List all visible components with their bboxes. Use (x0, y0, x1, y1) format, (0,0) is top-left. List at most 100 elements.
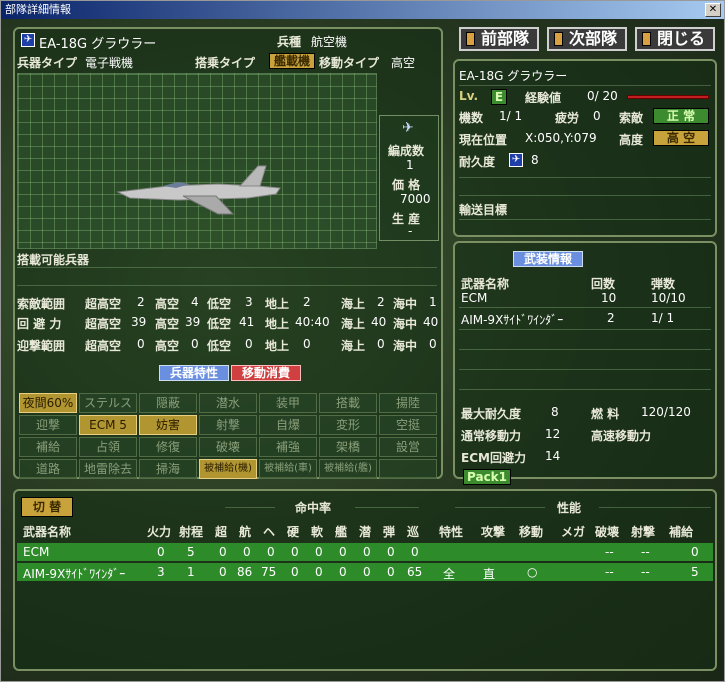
range-val: 2 (377, 295, 385, 309)
cell: 全 (443, 567, 456, 581)
type-value: 航空機 (311, 35, 348, 49)
bar-icon (642, 32, 651, 46)
altitude-value: 高 空 (653, 130, 709, 146)
skill-cell: 地雷除去 (79, 459, 137, 479)
range-key: 低空 (207, 297, 232, 311)
fuel-value: 120/120 (641, 405, 691, 419)
cell: 1 (187, 565, 195, 579)
switch-button[interactable]: 切 替 (21, 497, 73, 517)
col-header: 攻撃 (481, 525, 506, 539)
skill-cell: 修復 (139, 437, 197, 457)
skill-cell: 迎撃 (19, 415, 77, 435)
range-label: 索敵範囲 (17, 297, 66, 311)
arms-header-name: 武器名称 (461, 277, 510, 291)
carry-type-label: 搭乗タイプ (195, 56, 256, 70)
range-val: 0 (303, 337, 311, 351)
col-header: 補給 (669, 525, 694, 539)
cell: 0 (387, 565, 395, 579)
cell: 0 (315, 565, 323, 579)
cell: 0 (387, 545, 395, 559)
next-unit-label: 次部隊 (569, 29, 618, 48)
divider (455, 507, 545, 508)
tab-arms-info[interactable]: 武装情報 (513, 251, 583, 267)
range-key: 海中 (393, 297, 418, 311)
range-key: 超高空 (85, 339, 122, 353)
cell: 86 (237, 565, 253, 579)
range-key: 超高空 (85, 297, 122, 311)
tab-move-cost[interactable]: 移動消費 (231, 365, 301, 381)
range-key: 高空 (155, 317, 180, 331)
skill-cell: 空挺 (379, 415, 437, 435)
range-val: 2 (303, 295, 311, 309)
col-header: 移動 (519, 525, 544, 539)
unit-info-panel: ✈ EA-18G グラウラー 兵種 航空機 兵器タイプ 電子戦機 搭乗タイプ 艦… (13, 27, 443, 479)
client-area: ✈ EA-18G グラウラー 兵種 航空機 兵器タイプ 電子戦機 搭乗タイプ 艦… (1, 19, 724, 681)
col-header: 射撃 (631, 525, 656, 539)
price-label: 価 格 (392, 178, 421, 192)
production-info-box: ✈ 編成数 1 価 格 7000 生 産 - (379, 115, 439, 241)
fatigue-label: 疲労 (555, 111, 580, 125)
range-val: 0 (245, 337, 253, 351)
type-label: 兵種 (277, 35, 302, 49)
col-header: 巡 (407, 525, 420, 539)
divider (459, 369, 711, 370)
range-val: 3 (245, 295, 253, 309)
divider (17, 285, 437, 286)
formation-value: 1 (406, 158, 414, 172)
col-header: 軟 (311, 525, 324, 539)
divider (459, 219, 711, 220)
col-header: ヘ (263, 525, 276, 539)
skill-cell: 道路 (19, 459, 77, 479)
skill-cell: 架橋 (319, 437, 377, 457)
cell: 0 (363, 565, 371, 579)
col-header: メガ (561, 525, 586, 539)
col-header: 硬 (287, 525, 300, 539)
ecm-evasion-value: 14 (545, 449, 561, 463)
durability-label: 耐久度 (459, 155, 496, 169)
jet-image (116, 165, 281, 215)
arms-panel: 武装情報 武器名称 回数 弾数 ECM 10 10/10 AIM-9Xｻｲﾄﾞﾜ… (453, 241, 717, 485)
cell: 0 (219, 565, 227, 579)
arms-weapon-count: 10 (601, 291, 617, 305)
tab-weapon-traits[interactable]: 兵器特性 (159, 365, 229, 381)
search-label: 索敵 (619, 111, 644, 125)
skill-cell: 射撃 (199, 415, 257, 435)
exp-label: 経験値 (525, 91, 562, 105)
table-row[interactable]: ECM 0 5 0 0 0 0 0 0 0 0 0 -- -- 0 (17, 543, 713, 561)
divider (459, 195, 711, 196)
produce-value: - (408, 224, 413, 238)
pack-button[interactable]: Pack1 (463, 469, 511, 485)
move-type-value: 高空 (391, 56, 416, 70)
close-window-button[interactable]: ✕ (705, 3, 721, 17)
skill-cell: 被補給(艦) (319, 459, 377, 479)
carry-type-value: 艦載機 (269, 53, 315, 69)
skill-cell: 揚陸 (379, 393, 437, 413)
close-button[interactable]: 閉じる (635, 27, 715, 51)
cell: 0 (339, 565, 347, 579)
range-key: 地上 (265, 297, 290, 311)
position-label: 現在位置 (459, 133, 508, 147)
search-value: 正 常 (653, 108, 709, 124)
cell: 75 (261, 565, 277, 579)
divider (355, 507, 419, 508)
range-key: 海上 (341, 297, 366, 311)
aircraft-icon: ✈ (509, 153, 523, 167)
arms-header-count: 回数 (591, 277, 616, 291)
weapon-type-label: 兵器タイプ (17, 56, 78, 70)
table-row[interactable]: AIM-9Xｻｲﾄﾞﾜｲﾝﾀﾞｰ 3 1 0 86 75 0 0 0 0 0 6… (17, 563, 713, 581)
unit-name: EA-18G グラウラー (39, 37, 157, 52)
range-val: 39 (131, 315, 147, 329)
range-val: 40:40 (295, 315, 330, 329)
range-val: 2 (137, 295, 145, 309)
cell: 0 (363, 545, 371, 559)
move-type-label: 移動タイプ (319, 56, 380, 70)
prev-unit-button[interactable]: 前部隊 (459, 27, 539, 51)
next-unit-button[interactable]: 次部隊 (547, 27, 627, 51)
cell: 0 (291, 565, 299, 579)
max-durability-value: 8 (551, 405, 559, 419)
cell: 0 (219, 545, 227, 559)
plane-icon: ✈ (402, 120, 414, 136)
arms-header-ammo: 弾数 (651, 277, 676, 291)
prev-unit-label: 前部隊 (481, 29, 530, 48)
close-label: 閉じる (657, 29, 706, 48)
